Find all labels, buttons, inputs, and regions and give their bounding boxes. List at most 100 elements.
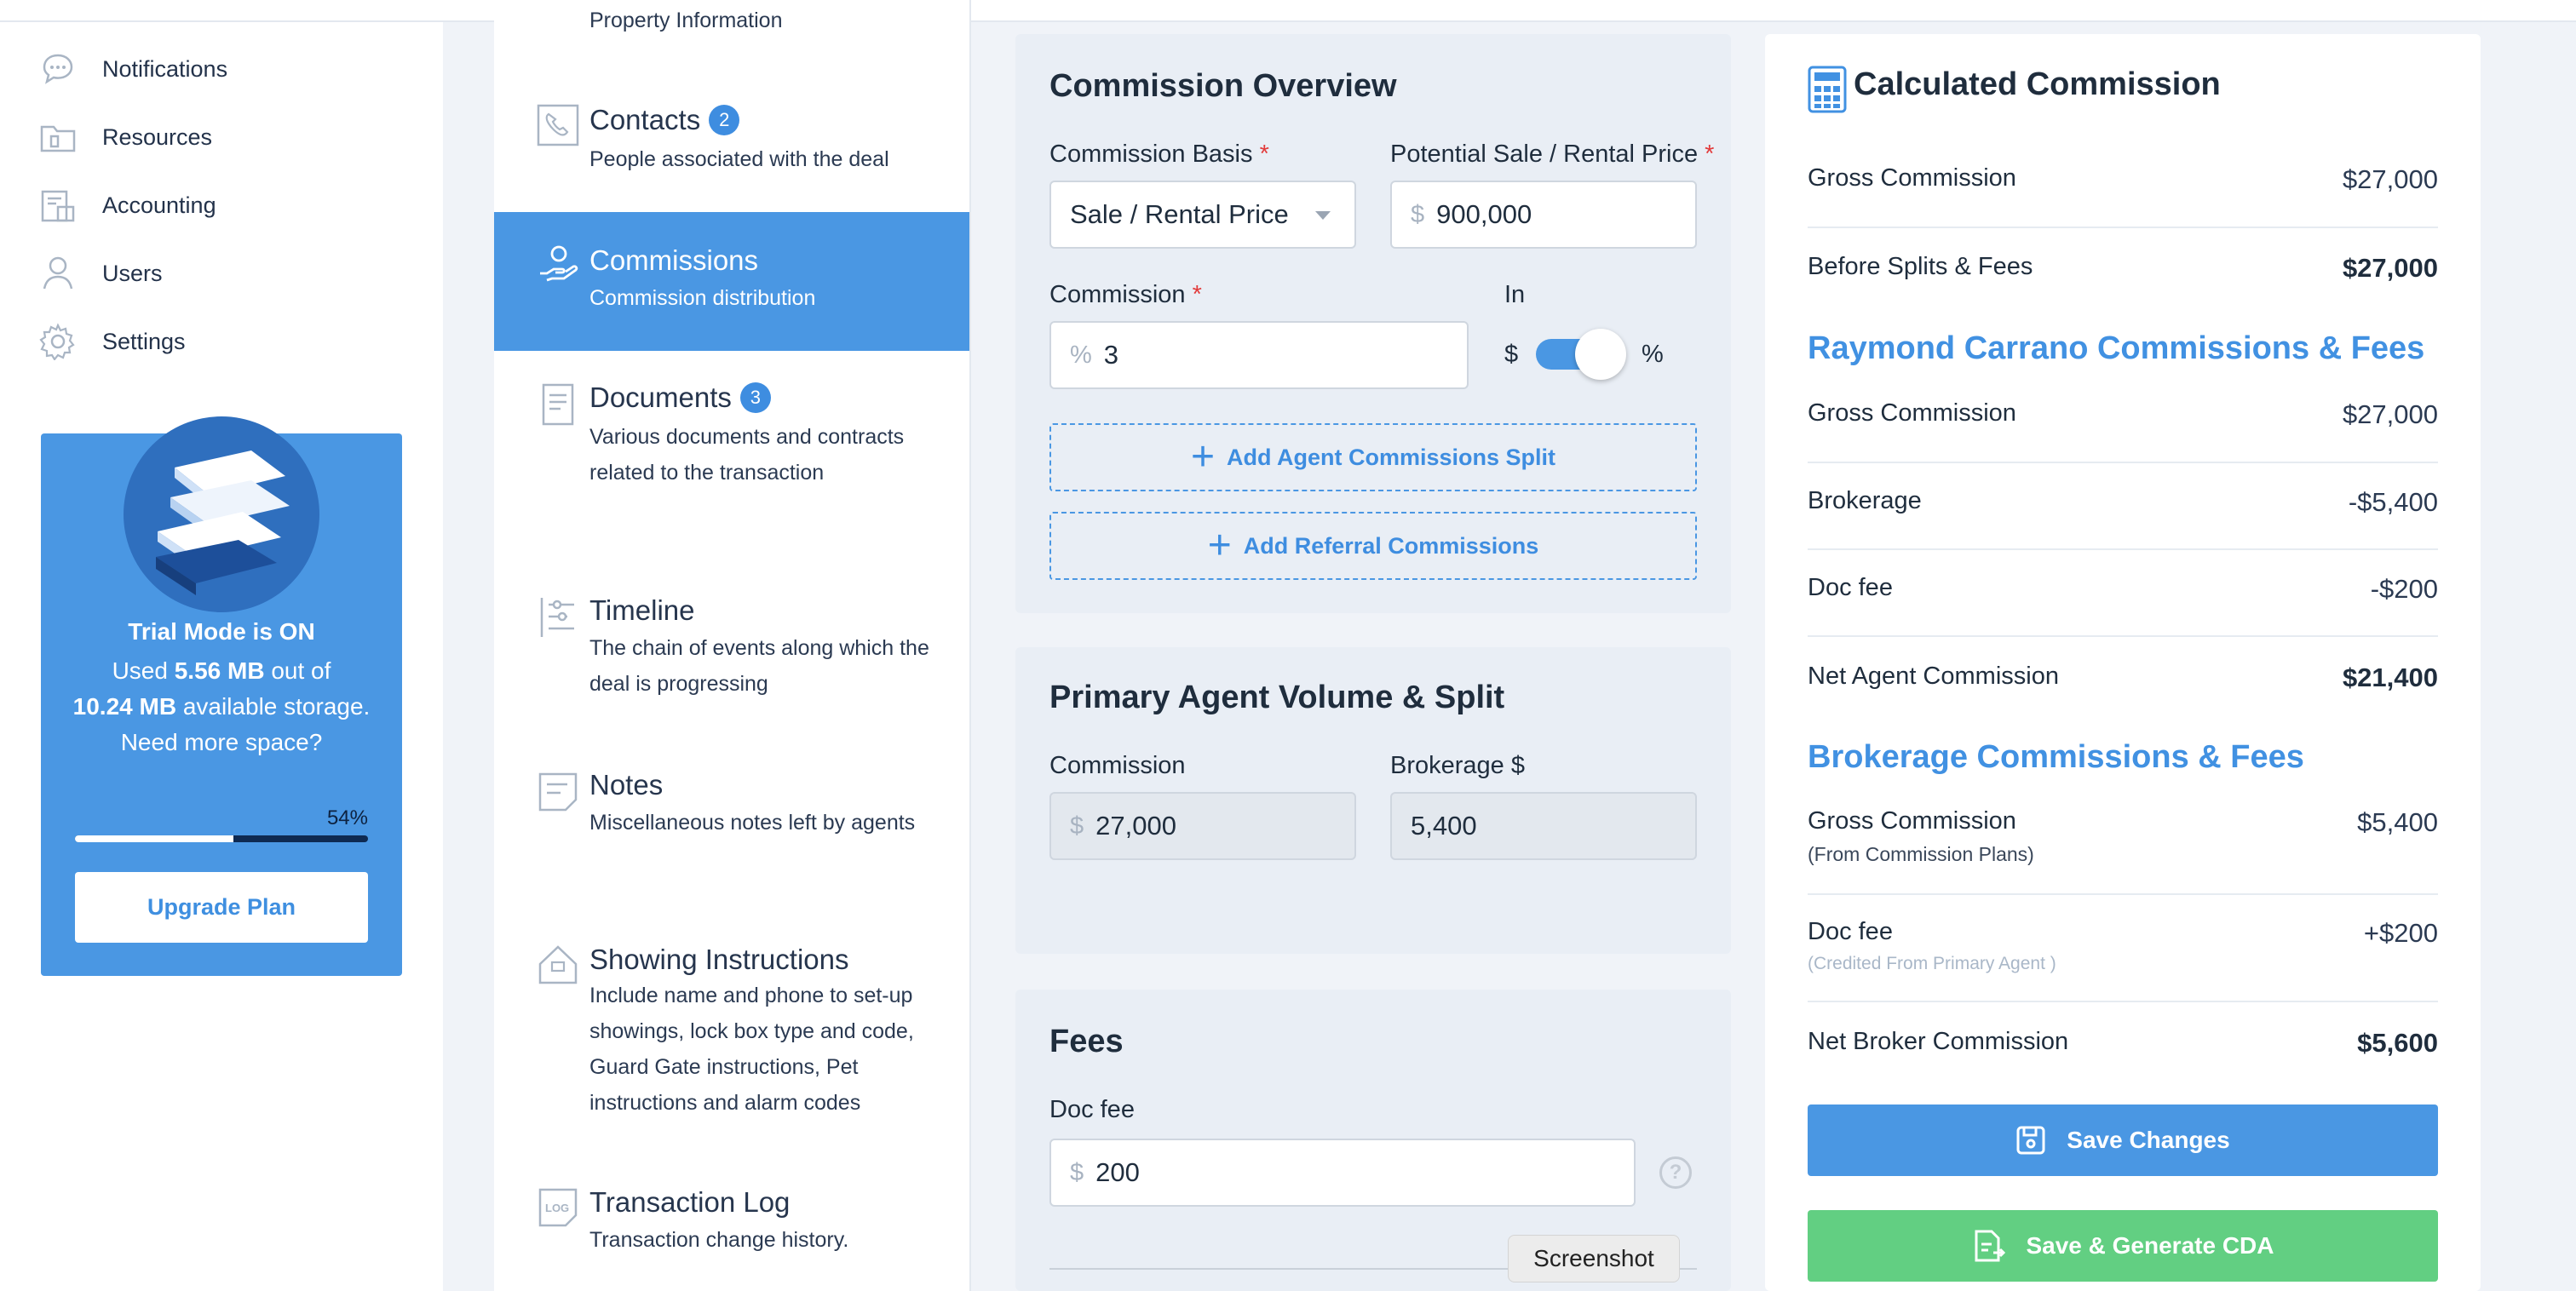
card-title: Commission Overview [1049,68,1397,104]
divider [1808,548,2438,550]
row-label: Doc fee [1808,918,1893,945]
row-label: Before Splits & Fees [1808,253,2033,280]
add-agent-split-button[interactable]: + Add Agent Commissions Split [1049,423,1697,491]
primary-commission-label: Commission [1049,752,1186,779]
section-desc: Commission distribution [589,286,816,310]
section-desc: Property Information [589,9,783,32]
sale-price-input[interactable]: $900,000 [1390,181,1697,249]
row-value: $27,000 [2342,253,2438,283]
trial-storage-panel: Trial Mode is ON Used 5.56 MB out of 10.2… [41,416,402,976]
save-generate-cda-button[interactable]: Save & Generate CDA [1808,1210,2438,1282]
unit-toggle[interactable] [1536,329,1626,380]
section-property-partial[interactable]: Property Information [494,0,969,43]
abacus-icon [1808,66,1847,118]
books-illustration [124,416,319,612]
section-timeline[interactable]: Timeline The chain of events along which… [494,588,969,707]
phone-icon [537,104,579,146]
broker-gross-row: Gross Commission (From Commission Plans)… [1808,807,2438,867]
divider [1808,462,2438,463]
sidebar-item-settings[interactable]: Settings [37,316,412,367]
app-sidebar: Notifications Resources Accounting Users… [0,22,443,1291]
section-commissions[interactable]: Commissions Commission distribution [494,212,969,351]
toggle-dollar-label: $ [1504,341,1519,368]
row-label: Gross Commission [1808,399,2016,427]
row-value: $27,000 [2342,164,2438,194]
upgrade-plan-button[interactable]: Upgrade Plan [75,872,368,943]
sidebar-item-label: Resources [102,123,213,150]
timeline-icon [537,596,579,639]
row-label: Net Agent Commission [1808,663,2059,690]
doc-fee-input[interactable]: $200 [1049,1139,1636,1207]
sidebar-item-users[interactable]: Users [37,248,412,299]
before-splits-row: Before Splits & Fees $27,000 [1808,253,2438,287]
divider [1808,1001,2438,1002]
svg-text:LOG: LOG [545,1202,569,1214]
agent-brokerage-row: Brokerage -$5,400 [1808,487,2438,521]
gear-icon [37,321,78,362]
brokerage-label: Brokerage $ [1390,752,1525,779]
commission-label: Commission * [1049,281,1202,308]
add-referral-button[interactable]: + Add Referral Commissions [1049,512,1697,580]
sidebar-item-accounting[interactable]: Accounting [37,180,412,231]
document-export-icon [1975,1230,2006,1262]
floppy-icon [2016,1126,2045,1155]
folder-icon [37,117,78,158]
help-icon[interactable]: ? [1659,1156,1692,1189]
save-changes-button[interactable]: Save Changes [1808,1105,2438,1176]
hand-coin-icon [537,243,579,285]
section-title: Commissions [589,244,759,276]
row-value: -$200 [2370,574,2438,604]
storage-progress-bar [75,835,368,842]
row-label: Gross Commission [1808,807,2016,835]
broker-docfee-row: Doc fee (Credited From Primary Agent ) +… [1808,918,2438,978]
commission-rate-input[interactable]: % 3 [1049,321,1469,389]
document-icon [537,383,579,426]
section-documents[interactable]: Documents 3 Various documents and contrac… [494,375,969,536]
row-value: $5,600 [2357,1028,2438,1058]
row-sublabel: (From Commission Plans) [1808,843,2034,865]
brokerage-group-title: Brokerage Commissions & Fees [1808,739,2304,775]
row-label: Gross Commission [1808,164,2016,192]
agent-docfee-row: Doc fee -$200 [1808,574,2438,608]
net-broker-row: Net Broker Commission $5,600 [1808,1028,2438,1062]
section-title: Transaction Log [589,1186,791,1218]
section-showing-instructions[interactable]: Showing Instructions Include name and ph… [494,937,969,1124]
toggle-knob[interactable] [1575,329,1626,380]
top-bar [0,0,2576,22]
plus-icon: + [1207,523,1232,568]
section-title: Showing Instructions [589,944,849,975]
divider [1808,635,2438,637]
section-title: Documents 3 [589,382,771,414]
sidebar-item-notifications[interactable]: Notifications [37,43,412,95]
note-icon [537,771,579,813]
toggle-percent-label: % [1642,341,1664,368]
section-transaction-log[interactable]: LOG Transaction Log Transaction change h… [494,1179,969,1273]
in-label: In [1504,281,1526,308]
divider [1808,893,2438,895]
sidebar-item-label: Users [102,260,163,286]
section-nav: Property Information Contacts 2 People as… [494,0,971,1291]
gross-commission-row: Gross Commission $27,000 [1808,164,2438,198]
storage-percent: 54% [326,806,368,829]
brokerage-field: 5,400 [1390,792,1697,860]
section-desc: Transaction change history. [589,1228,849,1252]
sidebar-item-label: Settings [102,328,186,354]
row-label: Net Broker Commission [1808,1028,2069,1055]
calculated-commission-panel: Calculated Commission Gross Commission $… [1765,34,2481,1291]
contacts-count-badge: 2 [709,105,740,135]
panel-title: Calculated Commission [1854,66,2221,102]
section-contacts[interactable]: Contacts 2 People associated with the dea… [494,94,969,204]
commission-basis-select[interactable]: Sale / Rental Price [1049,181,1356,249]
agent-group-title: Raymond Carrano Commissions & Fees [1808,330,2425,366]
sidebar-item-label: Notifications [102,55,228,82]
row-value: -$5,400 [2348,487,2438,517]
sidebar-item-resources[interactable]: Resources [37,112,412,163]
row-value: $21,400 [2342,663,2438,692]
documents-count-badge: 3 [739,382,771,413]
primary-commission-field: $27,000 [1049,792,1356,860]
section-notes[interactable]: Notes Miscellaneous notes left by agents [494,762,969,881]
commission-basis-label: Commission Basis * [1049,141,1269,168]
row-value: $5,400 [2357,807,2438,837]
row-label: Brokerage [1808,487,1922,514]
section-title: Contacts 2 [589,104,740,136]
